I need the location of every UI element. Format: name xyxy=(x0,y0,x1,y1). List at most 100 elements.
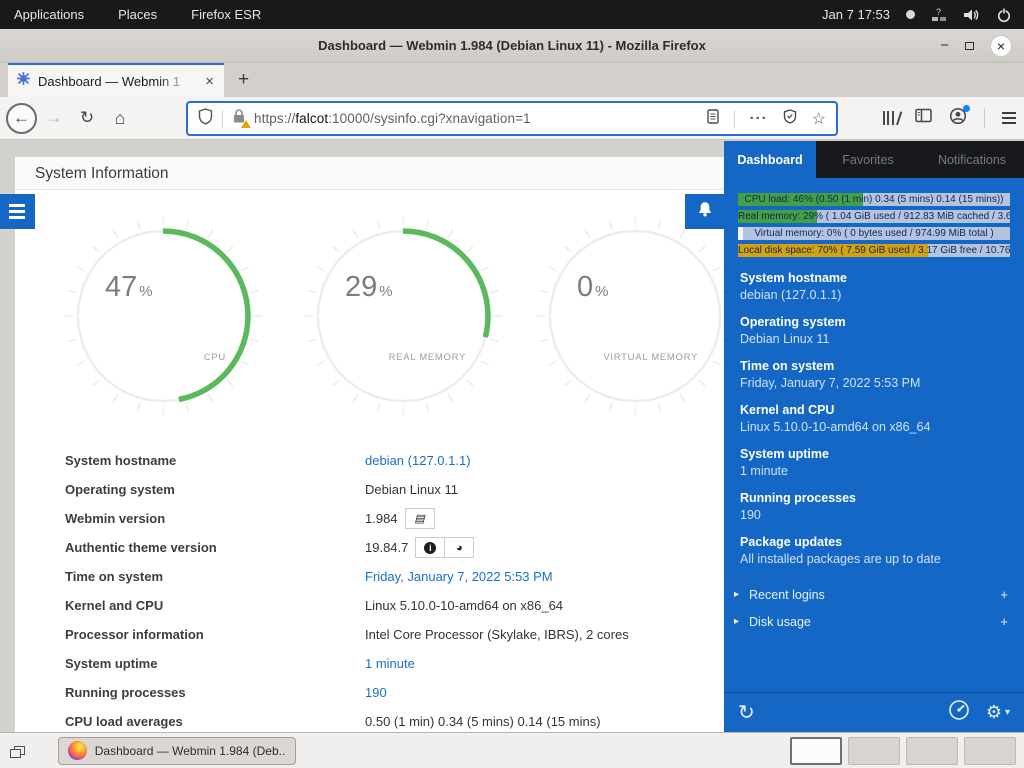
tab-sidebar-favorites[interactable]: Favorites xyxy=(816,141,920,178)
tab-sidebar-dashboard[interactable]: Dashboard xyxy=(724,141,816,178)
table-row: Authentic theme version19.84.7i◕ xyxy=(30,533,739,562)
svg-text:CPU: CPU xyxy=(204,352,226,363)
network-icon[interactable]: ? xyxy=(931,7,947,23)
row-value: 19.84.7i◕ xyxy=(365,537,474,558)
account-badge xyxy=(963,105,970,112)
workspace-4[interactable] xyxy=(964,737,1016,765)
table-row: System uptime1 minute xyxy=(30,649,739,678)
chevron-right-icon: ▸ xyxy=(734,589,739,600)
tab-dashboard[interactable]: Dashboard — Webmin 1 × xyxy=(8,63,224,97)
workspace-2[interactable] xyxy=(848,737,900,765)
package-button[interactable]: ▤ xyxy=(405,508,435,529)
resource-meters: CPU load: 46% (0.50 (1 min) 0.34 (5 mins… xyxy=(724,178,1024,267)
maximize-button[interactable] xyxy=(965,42,974,50)
info-button[interactable]: i xyxy=(415,537,445,558)
notifications-bell-button[interactable] xyxy=(685,194,724,229)
row-value-link[interactable]: 190 xyxy=(365,685,387,700)
table-row: CPU load averages0.50 (1 min) 0.34 (5 mi… xyxy=(30,707,739,732)
home-button[interactable]: ⌂ xyxy=(103,108,137,129)
speedometer-icon[interactable] xyxy=(948,699,970,726)
minimize-button[interactable]: − xyxy=(940,41,949,51)
workspace-1[interactable] xyxy=(790,737,842,765)
sidebar-section: Operating system Debian Linux 11 xyxy=(740,315,1008,346)
menu-places[interactable]: Places xyxy=(118,7,157,22)
row-value-link[interactable]: 1 minute xyxy=(365,656,415,671)
window-title: Dashboard — Webmin 1.984 (Debian Linux 1… xyxy=(0,38,1024,53)
resource-meter: Real memory: 29% ( 1.04 GiB used / 912.8… xyxy=(738,210,1010,223)
section-value: Linux 5.10.0-10-amd64 on x86_64 xyxy=(740,420,1008,434)
lock-warning-icon[interactable] xyxy=(223,108,254,129)
row-value-link[interactable]: Friday, January 7, 2022 5:53 PM xyxy=(365,569,553,584)
expander-recent-logins[interactable]: ▸ Recent logins + xyxy=(734,581,1008,608)
clock[interactable]: Jan 7 17:53 xyxy=(822,7,890,22)
row-value-text: Friday, January 7, 2022 5:53 PM xyxy=(365,569,553,584)
url-bar[interactable]: https://falcot:10000/sysinfo.cgi?xnaviga… xyxy=(186,101,838,136)
sidebar-hamburger-button[interactable] xyxy=(0,194,35,229)
palette-button[interactable]: ◕ xyxy=(444,537,474,558)
row-label: Operating system xyxy=(30,482,365,497)
new-tab-button[interactable]: + xyxy=(238,69,249,91)
value-buttons: i◕ xyxy=(416,537,474,558)
taskbar-window-title: Dashboard — Webmin 1.984 (Deb... xyxy=(95,744,286,758)
window-titlebar[interactable]: Dashboard — Webmin 1.984 (Debian Linux 1… xyxy=(0,29,1024,63)
expand-plus-icon[interactable]: + xyxy=(1000,614,1008,629)
section-value: All installed packages are up to date xyxy=(740,552,1008,566)
windows-icon xyxy=(14,746,25,755)
expander-label: Recent logins xyxy=(749,588,825,602)
account-icon[interactable] xyxy=(949,107,967,130)
svg-text:?: ? xyxy=(936,7,941,17)
menu-firefox-esr[interactable]: Firefox ESR xyxy=(191,7,261,22)
section-label: Time on system xyxy=(740,359,1008,373)
settings-gear-button[interactable]: ⚙ ▾ xyxy=(986,702,1010,723)
forward-button[interactable]: → xyxy=(37,108,71,128)
volume-icon[interactable] xyxy=(963,7,980,23)
sidebar-section: System uptime1 minute xyxy=(740,447,1008,478)
firefox-menu-icon[interactable] xyxy=(1002,112,1016,124)
menu-applications[interactable]: Applications xyxy=(14,7,84,22)
sidebar-toggle-icon[interactable] xyxy=(915,108,932,128)
meter-label: Real memory: 29% ( 1.04 GiB used / 912.8… xyxy=(738,210,1010,223)
row-value-link[interactable]: debian (127.0.1.1) xyxy=(365,453,471,468)
expander-disk-usage[interactable]: ▸Disk usage+ xyxy=(734,608,1008,635)
page-actions-icon[interactable]: ··· xyxy=(750,110,768,127)
value-buttons: ▤ xyxy=(406,508,435,529)
window-list-button[interactable] xyxy=(6,738,32,764)
tab-close-icon[interactable]: × xyxy=(203,73,216,90)
record-indicator-icon xyxy=(906,10,915,19)
reader-mode-icon[interactable] xyxy=(707,109,719,129)
pocket-icon[interactable] xyxy=(783,109,797,129)
power-icon[interactable] xyxy=(996,7,1012,23)
tracking-shield-icon[interactable] xyxy=(188,108,222,130)
row-label: Webmin version xyxy=(30,511,365,526)
row-label: CPU load averages xyxy=(30,714,365,729)
section-value: Debian Linux 11 xyxy=(740,332,1008,346)
row-value: 0.50 (1 min) 0.34 (5 mins) 0.14 (15 mins… xyxy=(365,714,601,729)
expand-plus-icon[interactable]: + xyxy=(1000,587,1008,602)
tab-sidebar-notifications[interactable]: Notifications xyxy=(920,141,1024,178)
sidebar-section: System hostnamedebian (127.0.1.1) xyxy=(740,271,1008,302)
refresh-icon[interactable]: ↻ xyxy=(738,703,755,723)
library-icon[interactable] xyxy=(883,111,899,125)
sidebar-section: Running processes190 xyxy=(740,491,1008,522)
system-info-table: System hostnamedebian (127.0.1.1)Operati… xyxy=(30,446,739,732)
bottom-taskbar: Dashboard — Webmin 1.984 (Deb... xyxy=(0,732,1024,768)
bookmark-star-icon[interactable]: ☆ xyxy=(812,109,826,129)
svg-text:REAL MEMORY: REAL MEMORY xyxy=(389,352,466,363)
webmin-favicon xyxy=(16,71,31,91)
reload-button[interactable]: ↻ xyxy=(71,108,103,128)
row-value-text: debian (127.0.1.1) xyxy=(365,453,471,468)
row-label: Authentic theme version xyxy=(30,540,365,555)
close-button[interactable]: × xyxy=(990,35,1012,57)
row-value-text: Intel Core Processor (Skylake, IBRS), 2 … xyxy=(365,627,629,642)
section-label: Operating system xyxy=(740,315,1008,329)
table-row: Operating systemDebian Linux 11 xyxy=(30,475,739,504)
resource-meter: Local disk space: 70% ( 7.59 GiB used / … xyxy=(738,244,1010,257)
gauge-real-memory: 29%REAL MEMORY xyxy=(299,212,507,420)
gnome-menus: Applications Places Firefox ESR xyxy=(0,7,261,22)
taskbar-firefox-button[interactable]: Dashboard — Webmin 1.984 (Deb... xyxy=(58,737,296,765)
workspace-3[interactable] xyxy=(906,737,958,765)
resource-meter: Virtual memory: 0% ( 0 bytes used / 974.… xyxy=(738,227,1010,240)
meter-label: Virtual memory: 0% ( 0 bytes used / 974.… xyxy=(738,227,1010,240)
back-button[interactable]: ← xyxy=(6,103,37,134)
sidebar-section: Package updatesAll installed packages ar… xyxy=(740,535,1008,566)
